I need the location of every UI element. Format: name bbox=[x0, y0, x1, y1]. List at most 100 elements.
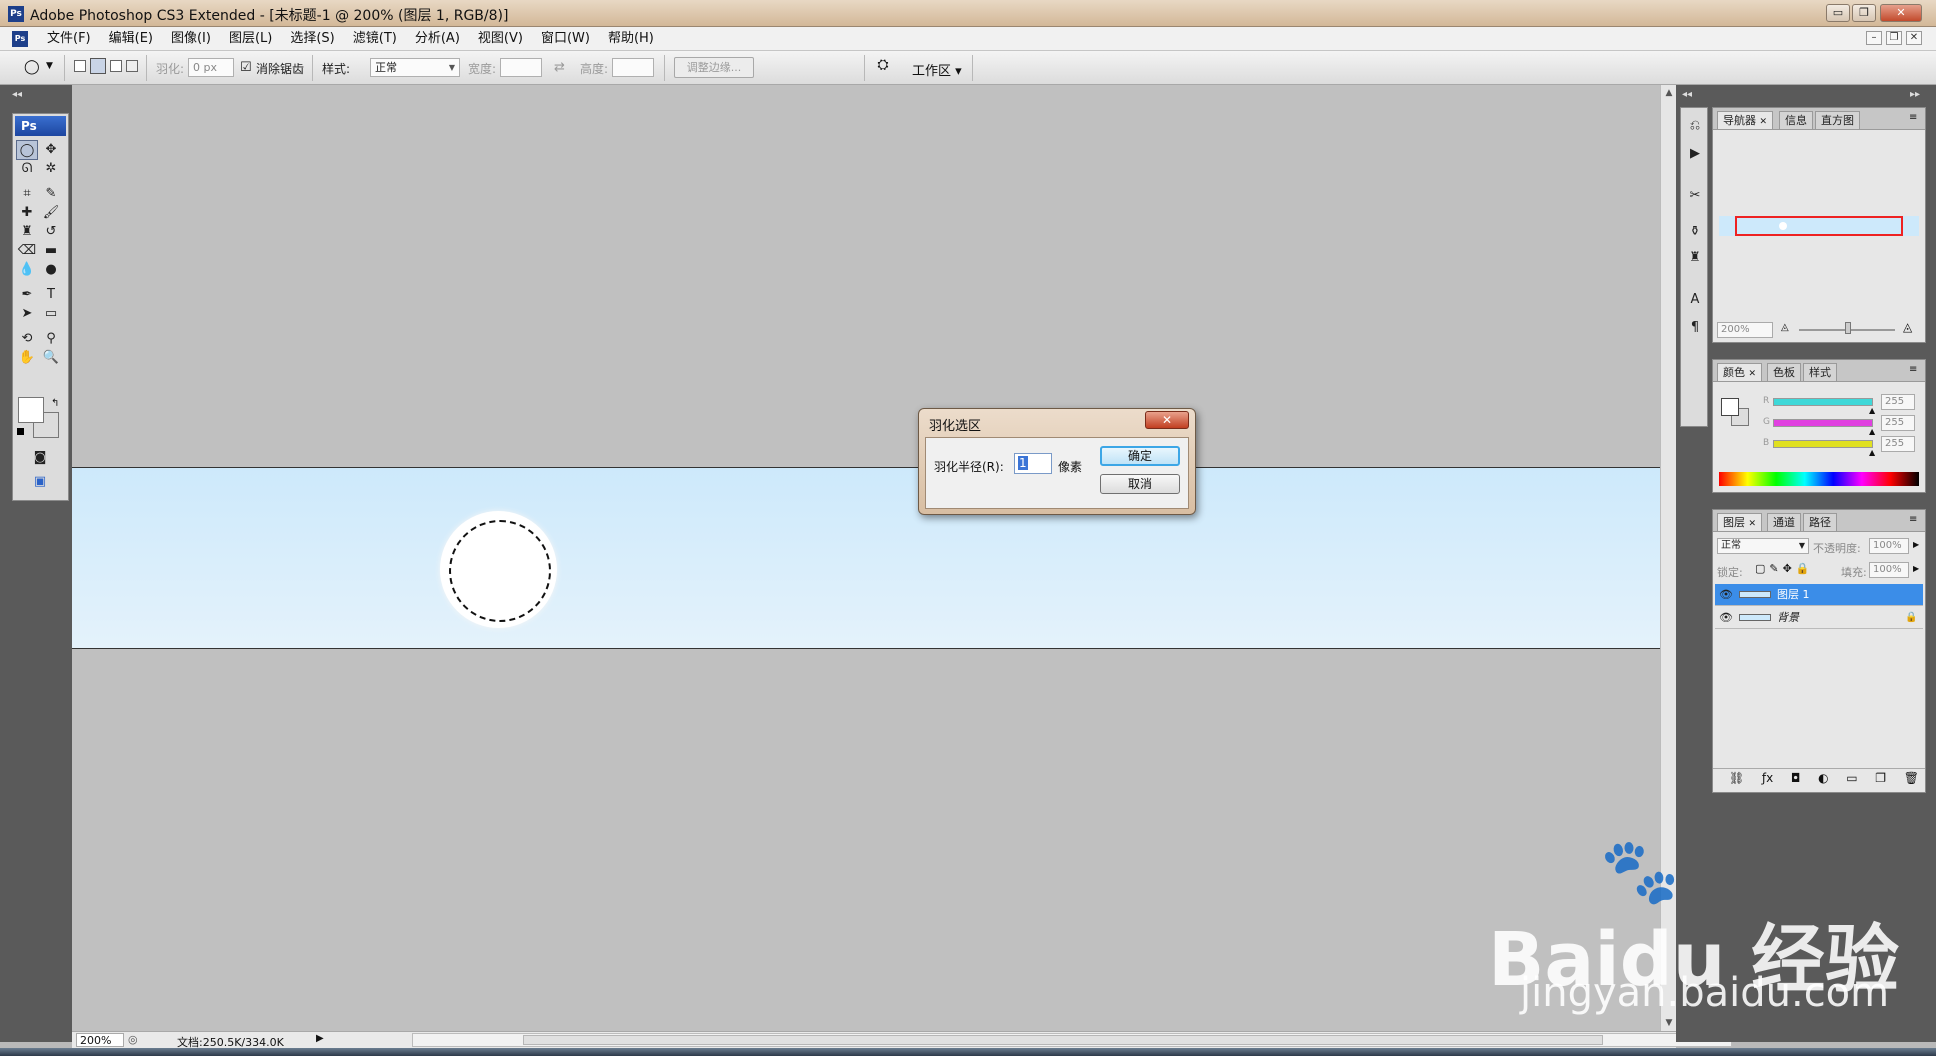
horizontal-scrollbar[interactable] bbox=[412, 1033, 1732, 1047]
menu-item[interactable]: 滤镜(T) bbox=[344, 27, 406, 51]
swap-dimensions-icon[interactable]: ⇄ bbox=[554, 60, 565, 75]
shape-tool-icon[interactable]: ▭ bbox=[40, 304, 62, 324]
tab-navigator[interactable]: 导航器 ✕ bbox=[1717, 111, 1774, 129]
channel-slider-handle[interactable]: ▲ bbox=[1869, 406, 1875, 415]
tab-layers[interactable]: 图层 ✕ bbox=[1717, 513, 1763, 531]
fill-field[interactable]: 100% bbox=[1869, 562, 1909, 578]
brushes-panel-icon[interactable]: ⚱ bbox=[1685, 222, 1705, 242]
scroll-up-icon[interactable]: ▲ bbox=[1661, 85, 1677, 101]
restore-window-button[interactable]: ❐ bbox=[1852, 4, 1876, 22]
character-panel-icon[interactable]: A bbox=[1685, 290, 1705, 310]
zoom-out-icon[interactable]: ◬ bbox=[1781, 322, 1789, 333]
channel-slider-handle[interactable]: ▲ bbox=[1869, 427, 1875, 436]
dialog-close-button[interactable]: ✕ bbox=[1145, 411, 1189, 429]
tab-histogram[interactable]: 直方图 bbox=[1815, 111, 1860, 129]
menu-item[interactable]: 视图(V) bbox=[469, 27, 532, 51]
status-arrow-icon[interactable]: ▶ bbox=[316, 1033, 324, 1044]
channel-slider[interactable] bbox=[1773, 419, 1873, 427]
zoom-slider-handle[interactable] bbox=[1845, 322, 1851, 334]
document-close-button[interactable]: ✕ bbox=[1906, 31, 1922, 45]
actions-panel-icon[interactable]: ▶ bbox=[1685, 144, 1705, 164]
brush-tool-icon[interactable]: 🖌 bbox=[40, 203, 62, 223]
dodge-tool-icon[interactable]: ● bbox=[40, 260, 62, 280]
tab-info[interactable]: 信息 bbox=[1779, 111, 1813, 129]
mask-icon[interactable]: ◘ bbox=[1791, 771, 1801, 785]
menu-item[interactable]: 图层(L) bbox=[220, 27, 281, 51]
tab-styles[interactable]: 样式 bbox=[1803, 363, 1837, 381]
height-input[interactable] bbox=[612, 58, 654, 77]
subtract-from-selection-icon[interactable] bbox=[110, 60, 122, 72]
default-colors-icon[interactable] bbox=[17, 428, 24, 435]
channel-slider-handle[interactable]: ▲ bbox=[1869, 448, 1875, 457]
tab-swatches[interactable]: 色板 bbox=[1767, 363, 1801, 381]
opacity-arrow-icon[interactable]: ▶ bbox=[1913, 540, 1919, 549]
layer-row[interactable]: 👁 图层 1 bbox=[1715, 584, 1923, 606]
expand-dock-icon[interactable]: ◂◂ bbox=[1682, 89, 1692, 100]
menu-item[interactable]: 文件(F) bbox=[38, 27, 100, 51]
panel-menu-icon[interactable]: ≡ bbox=[1909, 514, 1917, 525]
layer-row[interactable]: 👁 背景 🔒 bbox=[1715, 607, 1923, 629]
visibility-eye-icon[interactable]: 👁 bbox=[1719, 584, 1733, 606]
hand-tool-icon[interactable]: ✋ bbox=[16, 348, 38, 368]
antialias-checkbox[interactable]: ☑ bbox=[240, 60, 252, 75]
channel-slider[interactable] bbox=[1773, 440, 1873, 448]
blur-tool-icon[interactable]: 💧 bbox=[16, 260, 38, 280]
crop-tool-icon[interactable]: ⌗ bbox=[16, 184, 38, 204]
gradient-tool-icon[interactable]: ▬ bbox=[40, 241, 62, 261]
menu-item[interactable]: 图像(I) bbox=[162, 27, 220, 51]
paragraph-panel-icon[interactable]: ¶ bbox=[1685, 318, 1705, 338]
swap-colors-icon[interactable]: ↰ bbox=[51, 398, 59, 409]
lock-options-icons[interactable]: ▢✎✥🔒 bbox=[1755, 562, 1814, 575]
menu-item[interactable]: 帮助(H) bbox=[599, 27, 663, 51]
bridge-icon[interactable]: ⛭ bbox=[872, 57, 894, 77]
pen-tool-icon[interactable]: ✒ bbox=[16, 285, 38, 305]
layer-name[interactable]: 图层 1 bbox=[1777, 584, 1810, 606]
horizontal-scroll-thumb[interactable] bbox=[523, 1035, 1603, 1045]
eyedropper-icon[interactable]: ⚲ bbox=[40, 329, 62, 349]
fill-arrow-icon[interactable]: ▶ bbox=[1913, 564, 1919, 573]
document-restore-button[interactable]: ❐ bbox=[1886, 31, 1902, 45]
foreground-color-swatch[interactable] bbox=[18, 397, 44, 423]
collapse-panels-icon[interactable]: ▸▸ bbox=[1910, 89, 1920, 100]
style-select[interactable]: 正常 ▼ bbox=[370, 58, 460, 77]
eraser-tool-icon[interactable]: ⌫ bbox=[16, 241, 38, 261]
channel-value-field[interactable]: 255 bbox=[1881, 436, 1915, 452]
history-brush-icon[interactable]: ↺ bbox=[40, 222, 62, 242]
panel-menu-icon[interactable]: ≡ bbox=[1909, 364, 1917, 375]
new-selection-icon[interactable] bbox=[74, 60, 86, 72]
close-tab-icon[interactable]: ✕ bbox=[1760, 117, 1768, 127]
tool-presets-icon[interactable]: ✂ bbox=[1685, 186, 1705, 206]
navigator-zoom-field[interactable]: 200% bbox=[1717, 322, 1773, 338]
visibility-eye-icon[interactable]: 👁 bbox=[1719, 607, 1733, 629]
quick-mask-icon[interactable]: ◙ bbox=[29, 448, 51, 468]
healing-brush-icon[interactable]: ✚ bbox=[16, 203, 38, 223]
close-tab-icon[interactable]: ✕ bbox=[1749, 369, 1757, 379]
panel-menu-icon[interactable]: ≡ bbox=[1909, 112, 1917, 123]
screen-mode-icon[interactable]: ▣ bbox=[29, 472, 51, 492]
navigator-view-box[interactable] bbox=[1735, 216, 1903, 236]
trash-icon[interactable]: 🗑 bbox=[1904, 771, 1919, 785]
minimize-window-button[interactable]: ▭ bbox=[1826, 4, 1850, 22]
menu-item[interactable]: 分析(A) bbox=[406, 27, 469, 51]
group-icon[interactable]: ▭ bbox=[1846, 771, 1857, 785]
workspace-menu[interactable]: 工作区 ▾ bbox=[912, 60, 962, 79]
cancel-button[interactable]: 取消 bbox=[1100, 474, 1180, 494]
width-input[interactable] bbox=[500, 58, 542, 77]
slice-tool-icon[interactable]: ✎ bbox=[40, 184, 62, 204]
3d-rotate-icon[interactable]: ⟲ bbox=[16, 329, 38, 349]
collapse-dock-icon[interactable]: ◂◂ bbox=[12, 89, 22, 100]
magic-wand-icon[interactable]: ✲ bbox=[40, 159, 62, 179]
tool-preset-dropdown-icon[interactable]: ▼ bbox=[46, 61, 53, 71]
refine-edge-button[interactable]: 调整边缘... bbox=[674, 57, 754, 78]
layer-name[interactable]: 背景 bbox=[1777, 607, 1799, 629]
link-icon[interactable]: ⛓ bbox=[1729, 771, 1744, 785]
clone-stamp-icon[interactable]: ♜ bbox=[16, 222, 38, 242]
type-tool-icon[interactable]: T bbox=[40, 285, 62, 305]
channel-value-field[interactable]: 255 bbox=[1881, 394, 1915, 410]
menu-item[interactable]: 窗口(W) bbox=[532, 27, 599, 51]
document-canvas[interactable] bbox=[72, 467, 1660, 649]
marching-ants-selection[interactable] bbox=[449, 520, 551, 622]
blend-mode-select[interactable]: 正常 ▼ bbox=[1717, 538, 1809, 554]
elliptical-marquee-icon[interactable]: ◯ bbox=[16, 140, 38, 160]
navigator-thumbnail[interactable] bbox=[1719, 216, 1919, 236]
